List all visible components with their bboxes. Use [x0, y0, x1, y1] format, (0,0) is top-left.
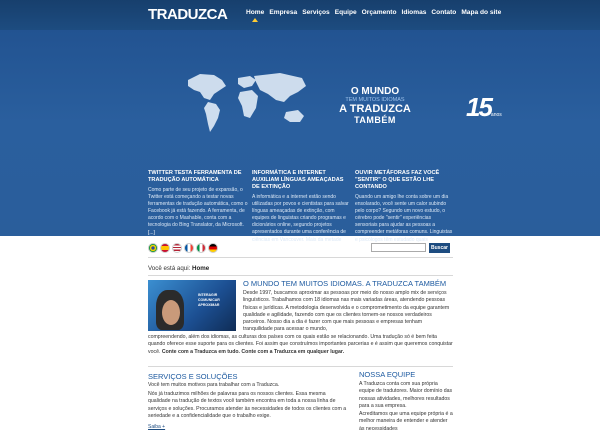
news-item: TWITTER TESTA FERRAMENTA DE TRADUÇÃO AUT…	[148, 170, 248, 237]
nav-contato[interactable]: Contato	[431, 9, 456, 16]
search-button[interactable]: Buscar	[429, 243, 450, 253]
services-intro: Você tem muitos motivos para trabalhar c…	[148, 382, 280, 388]
main-nav: Home Empresa Serviços Equipe Orçamento I…	[246, 9, 506, 16]
usa-flag-icon[interactable]	[172, 243, 182, 253]
nav-equipe[interactable]: Equipe	[335, 9, 357, 16]
slogan-line-4: TAMBÉM	[354, 115, 396, 125]
spain-flag-icon[interactable]	[160, 243, 170, 253]
active-nav-indicator	[252, 18, 258, 22]
nav-mapa-do-site[interactable]: Mapa do site	[461, 9, 501, 16]
nav-orcamento[interactable]: Orçamento	[362, 9, 397, 16]
divider	[148, 257, 453, 258]
news-body: A informática e a internet estão sendo u…	[252, 194, 349, 243]
news-more-link[interactable]: [...]	[429, 237, 436, 243]
site-logo[interactable]: TRADUZCA	[148, 6, 228, 23]
services-title[interactable]: SERVIÇOS E SOLUÇÕES	[148, 372, 237, 381]
anniversary-label: anos	[490, 112, 502, 118]
slogan-line-1: O MUNDO	[350, 86, 400, 97]
site-header: TRADUZCA Home Empresa Serviços Equipe Or…	[0, 0, 600, 30]
nav-idiomas[interactable]: Idiomas	[401, 9, 426, 16]
news-body: Quando um amigo lhe conta sobre um dia e…	[355, 194, 453, 243]
photo-caption: INTERAGIR COMUNICAR APROXIMAR	[198, 293, 220, 307]
news-item: OUVIR METÁFORAS FAZ VOCÊ "SENTIR" O QUE …	[355, 170, 453, 244]
brazil-flag-icon[interactable]	[148, 243, 158, 253]
world-map-image	[188, 73, 306, 132]
nav-servicos[interactable]: Serviços	[302, 9, 330, 16]
search-form: Buscar	[371, 243, 450, 253]
divider	[148, 275, 453, 276]
intro-title: O MUNDO TEM MUITOS IDIOMAS. A TRADUZCA T…	[243, 279, 447, 288]
news-title[interactable]: INFORMÁTICA E INTERNET AUXILIAM LÍNGUAS …	[252, 170, 352, 191]
news-more-link[interactable]: [...]	[343, 237, 350, 243]
breadcrumb-current: Home	[192, 265, 210, 272]
slogan-line-3: A TRADUZCA	[339, 103, 411, 115]
team-paragraph: A Traduzca conta com sua própria equipe …	[359, 381, 453, 409]
language-flags	[148, 243, 218, 253]
anniversary-badge: 15anos	[466, 92, 502, 123]
nav-home[interactable]: Home	[246, 9, 264, 16]
banner-slogan: O MUNDO TEM MUITOS IDIOMAS A TRADUZCA TA…	[330, 86, 420, 126]
team-title[interactable]: NOSSA EQUIPE	[359, 370, 415, 379]
news-item: INFORMÁTICA E INTERNET AUXILIAM LÍNGUAS …	[252, 170, 352, 244]
intro-paragraph-continued: compreendendo, além dos idiomas, as cult…	[148, 334, 453, 356]
services-more-link[interactable]: Saiba +	[148, 424, 165, 430]
france-flag-icon[interactable]	[184, 243, 194, 253]
breadcrumb: Você está aqui: Home	[148, 265, 209, 272]
italy-flag-icon[interactable]	[196, 243, 206, 253]
intro-tagline: Conte com a Traduzca em tudo. Conte com …	[161, 348, 345, 355]
hero-banner: O MUNDO TEM MUITOS IDIOMAS A TRADUZCA TA…	[0, 30, 600, 243]
search-input[interactable]	[371, 243, 426, 252]
services-paragraph: Nós já traduzimos milhões de palavras pa…	[148, 391, 347, 420]
anniversary-number: 15	[466, 92, 493, 122]
news-more-link[interactable]: [...]	[148, 230, 155, 236]
germany-flag-icon[interactable]	[208, 243, 218, 253]
divider	[148, 366, 453, 367]
intro-paragraph: Desde 1997, buscamos aproximar as pessoa…	[243, 290, 450, 333]
news-title[interactable]: TWITTER TESTA FERRAMENTA DE TRADUÇÃO AUT…	[148, 170, 248, 184]
breadcrumb-prefix: Você está aqui:	[148, 265, 191, 272]
news-title[interactable]: OUVIR METÁFORAS FAZ VOCÊ "SENTIR" O QUE …	[355, 170, 453, 191]
team-paragraph-2: Acreditamos que uma equipe própria é a m…	[359, 411, 453, 432]
intro-photo: INTERAGIR COMUNICAR APROXIMAR	[148, 280, 236, 331]
nav-empresa[interactable]: Empresa	[269, 9, 297, 16]
person-face	[162, 300, 180, 325]
news-body: Como parte de seu projeto de expansão, o…	[148, 187, 248, 229]
